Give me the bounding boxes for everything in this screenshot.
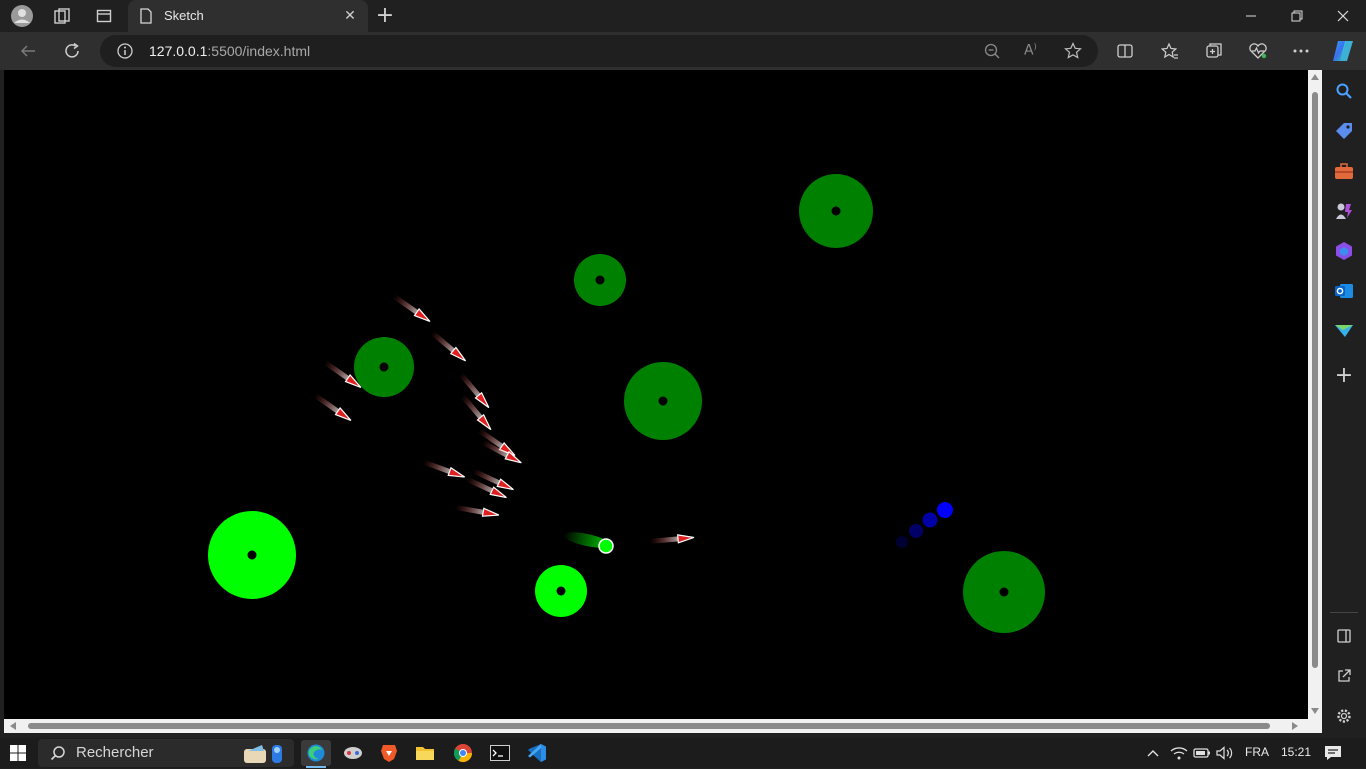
open-external-icon[interactable] [1331, 663, 1357, 689]
vertical-scrollbar[interactable] [1308, 70, 1322, 719]
taskbar-file-explorer-icon[interactable] [412, 740, 438, 766]
add-sidebar-app-icon[interactable]: + [1331, 362, 1357, 388]
back-arrow-icon[interactable] [11, 32, 45, 70]
red-arrow-agent [649, 534, 695, 544]
red-arrow-agent [481, 439, 522, 464]
red-arrow-agent [458, 372, 490, 409]
sketch-canvas[interactable] [4, 70, 1308, 719]
taskbar-search-box[interactable]: Rechercher [38, 739, 294, 767]
tab-sketch[interactable]: Sketch ✕ [128, 0, 368, 32]
microsoft-365-icon[interactable] [1331, 238, 1357, 264]
scroll-down-arrow-icon[interactable] [1311, 708, 1319, 714]
browser-essentials-icon[interactable] [1241, 32, 1275, 70]
red-arrow-agent [313, 393, 352, 422]
browser-toolbar: 127.0.0.1:5500/index.html A) [0, 32, 1366, 70]
scrollbar-corner [1308, 719, 1322, 733]
settings-gear-icon[interactable] [1331, 703, 1357, 729]
close-window-button[interactable] [1320, 0, 1366, 32]
site-info-icon[interactable] [117, 43, 133, 63]
vertical-scroll-thumb[interactable] [1312, 92, 1318, 668]
system-clock[interactable]: 15:21 [1281, 745, 1311, 759]
title-bar: Sketch ✕ + [0, 0, 1366, 32]
favorite-star-icon[interactable] [1064, 42, 1082, 64]
minimize-button[interactable] [1228, 0, 1274, 32]
red-arrow-agent [392, 294, 431, 323]
search-highlight-image-icon [238, 741, 292, 769]
scroll-right-arrow-icon[interactable] [1292, 722, 1298, 730]
tab-actions-icon[interactable] [88, 0, 120, 32]
close-tab-icon[interactable]: ✕ [340, 6, 360, 26]
windows-taskbar: Rechercher FRA 15:21 [0, 738, 1366, 768]
notifications-icon[interactable] [1320, 740, 1346, 766]
scroll-left-arrow-icon[interactable] [10, 722, 16, 730]
blue-agent [896, 502, 953, 548]
shopping-tag-icon[interactable] [1331, 118, 1357, 144]
sidebar-divider [1330, 612, 1358, 613]
input-language[interactable]: FRA [1245, 745, 1269, 759]
read-aloud-icon[interactable]: A) [1024, 42, 1037, 59]
refresh-icon[interactable] [55, 32, 89, 70]
search-placeholder: Rechercher [76, 744, 154, 761]
red-arrow-agent [455, 504, 500, 517]
taskbar-terminal-icon[interactable] [487, 740, 513, 766]
horizontal-scrollbar[interactable] [4, 719, 1308, 733]
tab-title: Sketch [164, 8, 204, 23]
search-icon[interactable] [1331, 78, 1357, 104]
more-options-icon[interactable] [1284, 32, 1318, 70]
taskbar-edge-icon[interactable] [301, 740, 331, 766]
copilot-icon[interactable] [1326, 32, 1360, 70]
restore-button[interactable] [1274, 0, 1320, 32]
windows-start-icon[interactable] [5, 740, 31, 766]
outlook-icon[interactable] [1331, 278, 1357, 304]
profile-avatar-icon[interactable] [6, 0, 38, 32]
edge-sidebar: + [1322, 70, 1366, 738]
show-hidden-icons-chevron-icon[interactable] [1140, 740, 1166, 766]
taskbar-chrome-icon[interactable] [450, 740, 476, 766]
horizontal-scroll-thumb[interactable] [28, 723, 1270, 729]
scroll-up-arrow-icon[interactable] [1311, 74, 1319, 80]
games-icon[interactable] [1331, 198, 1357, 224]
taskbar-game-app-icon[interactable] [340, 740, 366, 766]
new-tab-button[interactable]: + [372, 4, 398, 30]
tools-briefcase-icon[interactable] [1331, 158, 1357, 184]
hide-sidebar-icon[interactable] [1331, 623, 1357, 649]
red-arrow-agent [422, 459, 465, 478]
taskbar-brave-icon[interactable] [376, 740, 402, 766]
address-bar[interactable]: 127.0.0.1:5500/index.html A) [100, 35, 1098, 67]
favorites-icon[interactable] [1153, 32, 1187, 70]
zoom-out-icon[interactable] [984, 43, 1000, 63]
volume-icon[interactable] [1212, 740, 1238, 766]
drop-send-icon[interactable] [1331, 318, 1357, 344]
split-screen-icon[interactable] [1108, 32, 1142, 70]
red-arrow-agent [430, 330, 467, 362]
url-text: 127.0.0.1:5500/index.html [149, 43, 311, 59]
green-agent [563, 532, 614, 554]
page-icon [139, 8, 153, 28]
collections-icon[interactable] [1197, 32, 1231, 70]
taskbar-vscode-icon[interactable] [524, 740, 550, 766]
workspaces-icon[interactable] [46, 0, 78, 32]
search-magnifier-icon [50, 745, 66, 765]
sketch-drawing [208, 174, 1045, 633]
